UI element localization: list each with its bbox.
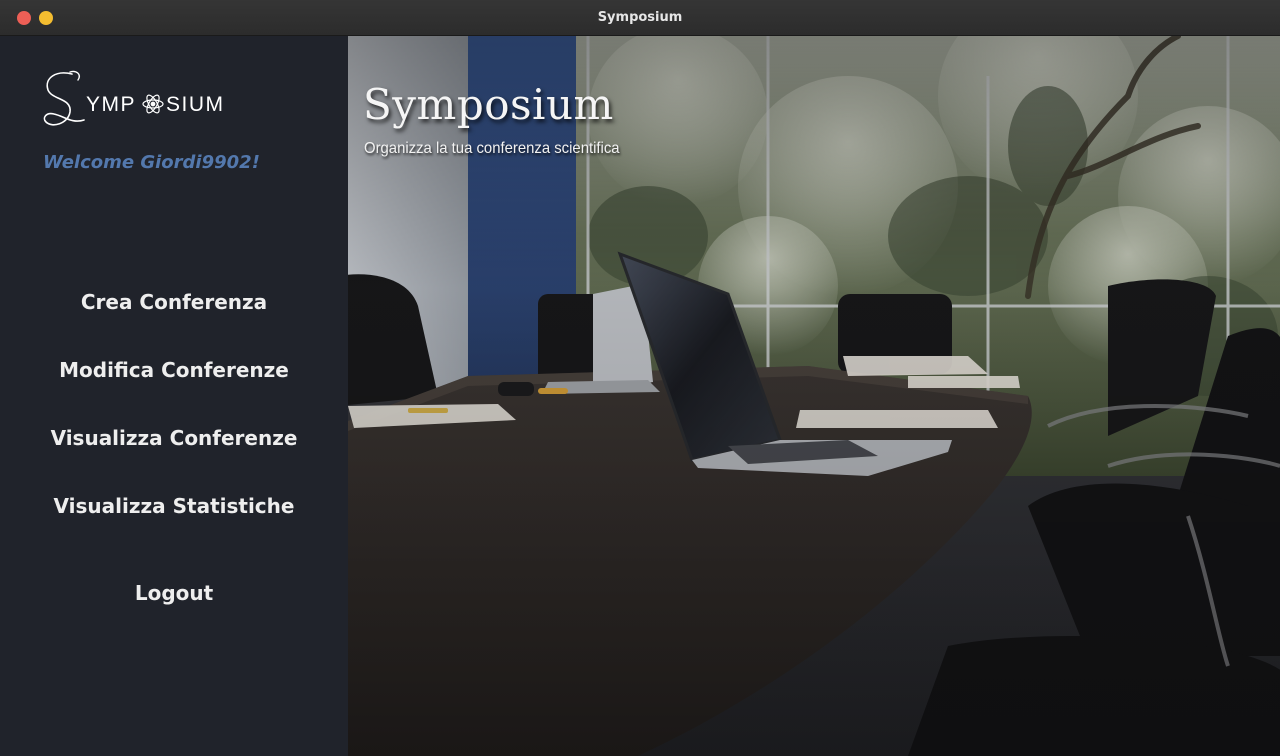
- visualizza-statistiche-button[interactable]: Visualizza Statistiche: [0, 494, 348, 518]
- modifica-conferenze-button[interactable]: Modifica Conferenze: [0, 358, 348, 382]
- crea-conferenza-button[interactable]: Crea Conferenza: [0, 290, 348, 314]
- window-title: Symposium: [597, 10, 683, 25]
- sidebar: YMP SIUM Welcome Giordi9902! Crea Confer…: [0, 36, 348, 756]
- visualizza-conferenze-button[interactable]: Visualizza Conferenze: [0, 426, 348, 450]
- title-bar[interactable]: Symposium: [0, 0, 1280, 36]
- hero-banner: Symposium Organizza la tua conferenza sc…: [348, 36, 1280, 756]
- app-window: Symposium YMP SIUM Welcome Giordi9902! C…: [0, 0, 1280, 756]
- hero-title: Symposium: [363, 80, 614, 129]
- welcome-message: Welcome Giordi9902!: [43, 152, 260, 173]
- logout-button[interactable]: Logout: [0, 581, 348, 605]
- svg-text:SIUM: SIUM: [166, 93, 225, 116]
- svg-text:YMP: YMP: [86, 93, 136, 116]
- hero-subtitle: Organizza la tua conferenza scientifica: [364, 140, 620, 157]
- symposium-logo: YMP SIUM: [42, 68, 242, 132]
